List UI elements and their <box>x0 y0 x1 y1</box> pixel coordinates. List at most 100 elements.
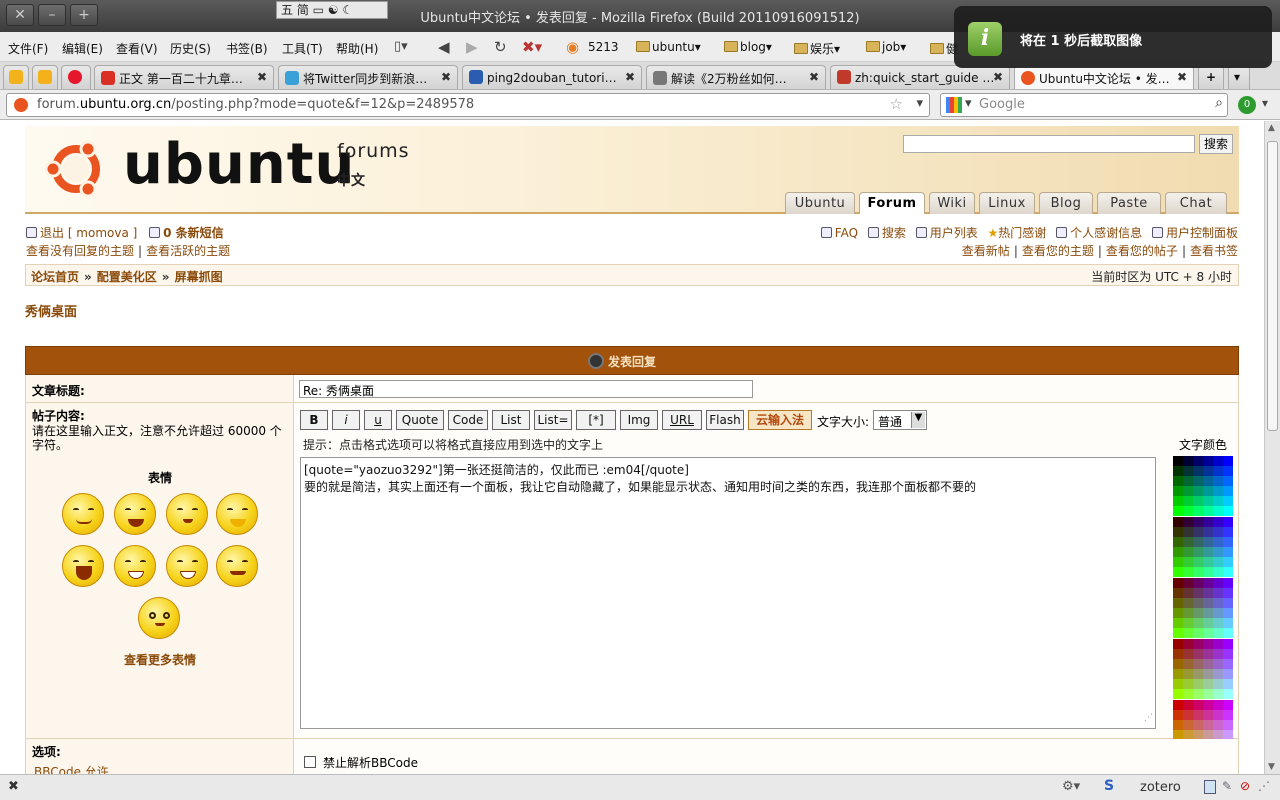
note-icon[interactable] <box>1204 780 1216 794</box>
tab-5[interactable]: zh:quick_start_guide … ✖ <box>830 65 1010 89</box>
color-swatch[interactable] <box>1203 567 1213 577</box>
color-swatch[interactable] <box>1183 618 1193 628</box>
color-swatch[interactable] <box>1223 496 1233 506</box>
color-swatch[interactable] <box>1203 466 1213 476</box>
bookmark-folder-job[interactable]: job▾ <box>866 40 906 54</box>
color-swatch[interactable] <box>1183 506 1193 516</box>
active-topics-link[interactable]: 查看活跃的主题 <box>146 244 230 258</box>
color-swatch[interactable] <box>1213 598 1223 608</box>
color-swatch[interactable] <box>1193 476 1203 486</box>
emoticon-dizzy[interactable] <box>138 597 180 639</box>
color-swatch[interactable] <box>1223 649 1233 659</box>
forward-icon[interactable]: ▶ <box>466 38 478 56</box>
close-tab-icon[interactable]: ✖ <box>993 70 1003 84</box>
color-swatch[interactable] <box>1213 476 1223 486</box>
faq-link[interactable]: FAQ <box>835 226 858 240</box>
menu-view[interactable]: 查看(V) <box>116 40 158 57</box>
page-scrollbar[interactable]: ▲ ▼ <box>1264 121 1280 774</box>
ubuntu-logo-icon[interactable] <box>45 138 107 200</box>
bookmark-folder-entertainment[interactable]: 娱乐▾ <box>794 40 840 57</box>
italic-button[interactable]: i <box>332 410 360 430</box>
color-swatch[interactable] <box>1183 476 1193 486</box>
color-swatch[interactable] <box>1223 537 1233 547</box>
nav-tab-ubuntu[interactable]: Ubuntu <box>785 192 855 214</box>
color-swatch[interactable] <box>1223 720 1233 730</box>
url-dropdown-icon[interactable]: ▾ <box>916 96 923 111</box>
color-swatch[interactable] <box>1193 537 1203 547</box>
logout-link[interactable]: 退出 [ momova ] <box>40 226 137 240</box>
tab-active[interactable]: Ubuntu中文论坛 • 发… ✖ <box>1014 65 1194 89</box>
pinned-tab-2[interactable] <box>32 65 58 89</box>
color-swatch[interactable] <box>1173 639 1183 649</box>
color-swatch[interactable] <box>1213 486 1223 496</box>
color-swatch[interactable] <box>1193 567 1203 577</box>
new-posts-link[interactable]: 查看新帖 <box>962 244 1010 258</box>
color-swatch[interactable] <box>1173 669 1183 679</box>
color-swatch[interactable] <box>1203 578 1213 588</box>
more-emoticons-link[interactable]: 查看更多表情 <box>26 651 294 668</box>
tab-2[interactable]: 将Twitter同步到新浪… ✖ <box>278 65 458 89</box>
menu-history[interactable]: 历史(S) <box>170 40 211 57</box>
color-swatch[interactable] <box>1183 496 1193 506</box>
code-button[interactable]: Code <box>448 410 488 430</box>
scroll-up-icon[interactable]: ▲ <box>1268 123 1275 133</box>
emoticon-smile[interactable] <box>62 493 104 535</box>
color-swatch[interactable] <box>1213 496 1223 506</box>
color-swatch[interactable] <box>1203 710 1213 720</box>
menu-tools[interactable]: 工具(T) <box>282 40 323 57</box>
color-swatch[interactable] <box>1193 659 1203 669</box>
color-swatch[interactable] <box>1213 679 1223 689</box>
bookmark-folder-blog[interactable]: blog▾ <box>724 40 772 54</box>
color-swatch[interactable] <box>1223 598 1233 608</box>
members-link[interactable]: 用户列表 <box>930 226 978 240</box>
color-swatch[interactable] <box>1173 456 1183 466</box>
color-swatch[interactable] <box>1183 628 1193 638</box>
underline-button[interactable]: u <box>364 410 392 430</box>
breadcrumb-category[interactable]: 配置美化区 <box>97 270 157 284</box>
close-tab-icon[interactable]: ✖ <box>809 70 819 84</box>
color-swatch[interactable] <box>1223 669 1233 679</box>
color-swatch[interactable] <box>1173 578 1183 588</box>
color-swatch[interactable] <box>1213 588 1223 598</box>
color-swatch[interactable] <box>1203 486 1213 496</box>
rss-icon[interactable]: ◉ <box>566 38 579 56</box>
color-swatch[interactable] <box>1213 527 1223 537</box>
page-icon[interactable]: ▯▾ <box>394 39 408 54</box>
color-swatch[interactable] <box>1193 517 1203 527</box>
color-swatch[interactable] <box>1183 547 1193 557</box>
color-swatch[interactable] <box>1193 628 1203 638</box>
hot-thanks-link[interactable]: 热门感谢 <box>998 226 1046 240</box>
color-swatch[interactable] <box>1183 639 1193 649</box>
color-swatch[interactable] <box>1183 659 1193 669</box>
close-tab-icon[interactable]: ✖ <box>441 70 451 84</box>
color-swatch[interactable] <box>1173 496 1183 506</box>
nav-tab-blog[interactable]: Blog <box>1039 192 1093 214</box>
nav-tab-wiki[interactable]: Wiki <box>929 192 975 214</box>
breadcrumb-home[interactable]: 论坛首页 <box>31 270 79 284</box>
addon-gear-icon[interactable]: ⚙▾ <box>1062 779 1080 794</box>
color-swatch[interactable] <box>1223 628 1233 638</box>
color-swatch[interactable] <box>1173 527 1183 537</box>
nav-tab-linux[interactable]: Linux <box>979 192 1035 214</box>
color-swatch[interactable] <box>1183 689 1193 699</box>
color-swatch[interactable] <box>1223 679 1233 689</box>
your-posts-link[interactable]: 查看您的帖子 <box>1106 244 1178 258</box>
color-swatch[interactable] <box>1223 567 1233 577</box>
color-swatch[interactable] <box>1223 517 1233 527</box>
color-swatch[interactable] <box>1193 598 1203 608</box>
color-swatch[interactable] <box>1223 588 1233 598</box>
color-swatch[interactable] <box>1183 537 1193 547</box>
color-swatch[interactable] <box>1213 578 1223 588</box>
nav-tab-forum[interactable]: Forum <box>859 192 925 214</box>
url-bar[interactable]: forum.ubuntu.org.cn/posting.php?mode=quo… <box>6 93 930 117</box>
color-swatch[interactable] <box>1183 557 1193 567</box>
emoticon-grin[interactable] <box>166 545 208 587</box>
color-swatch[interactable] <box>1173 517 1183 527</box>
color-swatch[interactable] <box>1183 588 1193 598</box>
color-swatch[interactable] <box>1223 486 1233 496</box>
s-addon-icon[interactable]: S <box>1104 778 1114 794</box>
forum-search-input[interactable] <box>903 135 1195 153</box>
color-swatch[interactable] <box>1193 547 1203 557</box>
color-swatch[interactable] <box>1213 710 1223 720</box>
bookmark-star-icon[interactable]: ☆ <box>890 95 903 113</box>
